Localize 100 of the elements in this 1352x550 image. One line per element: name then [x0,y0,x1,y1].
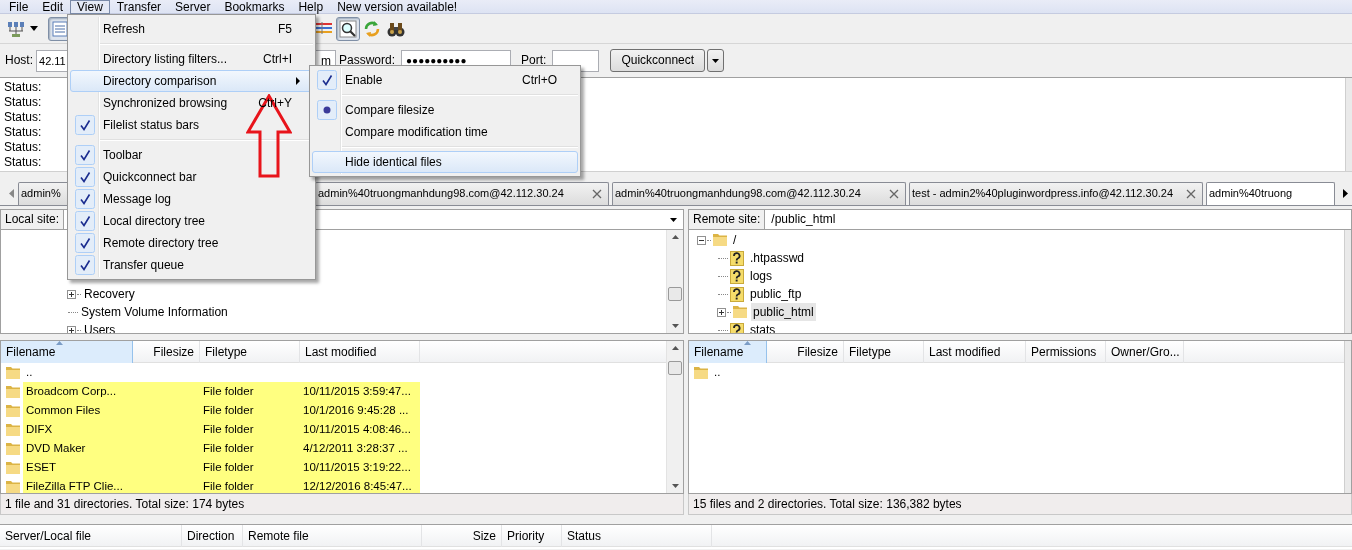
menu-item[interactable]: Help [291,0,331,14]
scrollbar[interactable] [1345,78,1352,171]
table-cell-text: 10/1/2016 9:45:28 ... [302,403,410,418]
column-header[interactable]: Filetype [844,341,924,363]
field-label: Port: [521,53,547,68]
tab[interactable]: test - admin2%40pluginwordpress.info@42.112.30.24 [909,182,1203,205]
dropdown-button[interactable] [707,49,725,72]
scroll-thumb[interactable] [668,287,682,301]
field-label: Host: [5,53,33,68]
menu-item[interactable]: Refresh F5 [70,18,313,40]
quickconnect-button[interactable]: Quickconnect [610,49,706,72]
menu-item[interactable]: New version available! [330,0,465,14]
tab[interactable]: admin%40truongmanhdung98.com@42.112.30.24 [612,182,906,205]
folder-icon [5,459,21,476]
menu-item[interactable]: View [70,0,110,14]
menu-item[interactable]: Transfer [109,0,169,14]
scrollbar[interactable] [1344,230,1351,333]
list-icon [50,18,70,39]
menu-item[interactable]: Remote directory tree [70,232,313,254]
table-cell-text: 4/12/2011 3:28:37 ... [302,441,409,456]
close-icon[interactable] [592,189,602,199]
tree-item[interactable]: Recovery [82,285,137,303]
scroll-right-icon[interactable] [1342,188,1348,198]
tree-item[interactable]: .htpasswd [748,249,807,267]
unknown-file-icon [729,321,745,333]
scroll-up-icon[interactable] [671,346,679,350]
file-name[interactable]: ESET [23,458,133,477]
scroll-up-icon[interactable] [671,235,679,239]
menu-item[interactable]: Enable Ctrl+O [312,69,578,91]
column-header[interactable]: Status [562,525,712,547]
menu-item[interactable]: Quickconnect bar [70,166,313,188]
column-header[interactable]: Last modified [300,341,420,363]
menu-item[interactable]: Local directory tree [70,210,313,232]
scroll-thumb[interactable] [668,361,682,375]
column-header[interactable]: Permissions [1026,341,1106,363]
menu-item[interactable]: Bookmarks [217,0,292,14]
shortcut-text: Ctrl+O [522,72,557,88]
table-cell-text: File folder [202,479,255,493]
column-header[interactable]: Priority [502,525,562,547]
folder-icon [693,364,709,381]
column-header[interactable]: Filesize [767,341,844,363]
scroll-down-icon[interactable] [672,484,679,488]
field-label: Password: [339,53,396,68]
column-header[interactable]: Last modified [924,341,1026,363]
file-name[interactable]: DIFX [23,420,133,439]
file-name[interactable]: .. [23,363,133,382]
menu-item[interactable]: Directory listing filters... Ctrl+I [70,48,313,70]
column-header[interactable]: Size [422,525,502,547]
tab[interactable]: admin%40truong [1206,182,1335,205]
menu-item[interactable]: Hide identical files [312,151,578,173]
expand-icon[interactable] [67,289,76,299]
status-bar: 15 files and 2 directories. Total size: 136,382 bytes [688,494,1352,515]
menu-item[interactable]: Message log [70,188,313,210]
column-header[interactable]: Filename [1,341,133,363]
column-header[interactable]: Server/Local file [0,525,182,547]
file-name[interactable]: Broadcom Corp... [23,382,133,401]
menu-item[interactable]: Toolbar [70,144,313,166]
dropdown-caret-icon[interactable] [670,217,677,222]
folder-icon [712,232,728,248]
column-header[interactable]: Filetype [200,341,300,363]
expand-icon[interactable] [717,307,726,317]
file-name[interactable]: FileZilla FTP Clie... [23,477,133,493]
expand-icon[interactable] [67,325,76,333]
tab-label: test - admin2%40pluginwordpress.info@42.112.30.24 [912,187,1174,201]
file-name[interactable]: Common Files [23,401,133,420]
file-name[interactable]: .. [711,363,767,382]
menu-item[interactable]: Filelist status bars [70,114,313,136]
column-header[interactable]: Direction [182,525,243,547]
tree-item[interactable]: logs [748,267,774,285]
menu-item[interactable]: File [2,0,36,14]
scroll-down-icon[interactable] [672,324,679,328]
file-name[interactable]: DVD Maker [23,439,133,458]
scrollbar[interactable] [666,341,683,493]
table-cell-text: File folder [202,384,255,399]
tree-item[interactable]: System Volume Information [79,303,230,321]
menu-item[interactable]: Server [168,0,218,14]
close-icon[interactable] [1186,189,1196,199]
menu-item[interactable]: Edit [35,0,71,14]
menu-item[interactable]: Transfer queue [70,254,313,276]
menu-item[interactable]: Compare filesize [312,99,578,121]
log-line: Status: [4,140,42,155]
tree-item[interactable]: public_html [751,303,816,321]
unknown-file-icon [729,285,745,303]
toolbar-button[interactable] [336,16,360,41]
collapse-icon[interactable] [697,235,706,245]
search-icon [338,18,358,39]
menu-item[interactable]: Compare modification time [312,121,578,143]
column-header[interactable]: Owner/Gro... [1106,341,1184,363]
column-header[interactable]: Filesize [133,341,200,363]
tree-item[interactable]: / [731,231,739,249]
scrollbar[interactable] [1344,341,1351,493]
column-header[interactable]: Remote file [243,525,422,547]
scrollbar[interactable] [666,230,683,333]
tab[interactable]: admin%40truongmanhdung98.com@42.112.30.24 [315,182,609,205]
column-header[interactable]: Filename [689,341,767,363]
tree-item[interactable]: public_ftp [748,285,804,303]
table-cell-text: 12/12/2016 8:45:47... [302,479,413,493]
close-icon[interactable] [889,189,899,199]
scroll-left-icon[interactable] [8,188,14,198]
unknown-file-icon [729,249,745,267]
